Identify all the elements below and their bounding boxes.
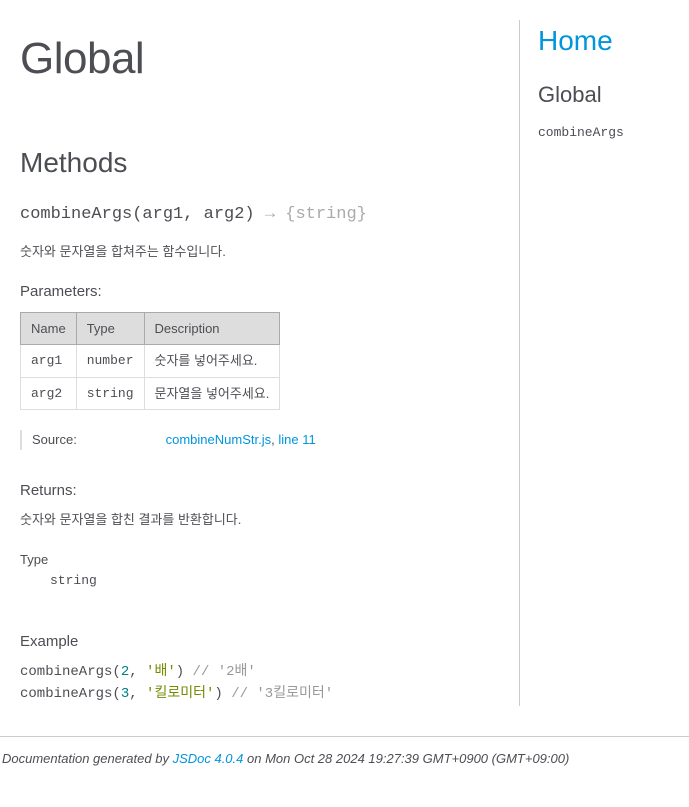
parameters-label: Parameters: — [20, 281, 499, 304]
page-title: Global — [20, 26, 499, 92]
source-label: Source: — [32, 430, 162, 450]
nav-item-combineargs[interactable]: combineArgs — [538, 123, 669, 143]
nav-item-link[interactable]: combineArgs — [538, 125, 624, 140]
method-args: (arg1, arg2) — [132, 205, 254, 224]
code-string: '킬로미터' — [146, 686, 214, 702]
param-name: arg2 — [21, 377, 77, 410]
method-description: 숫자와 문자열을 합쳐주는 함수입니다. — [20, 242, 499, 262]
return-arrow: → — [255, 205, 286, 224]
return-type: {string} — [285, 205, 367, 224]
param-type: number — [76, 345, 144, 378]
returns-type-label: Type — [20, 550, 499, 570]
example-code: combineArgs(2, '배') // '2배' combineArgs(… — [20, 661, 499, 706]
footer: Documentation generated by JSDoc 4.0.4 o… — [0, 736, 689, 781]
code-text: combineArgs( — [20, 686, 121, 702]
code-number: 3 — [121, 686, 129, 702]
param-desc: 숫자를 넣어주세요. — [144, 345, 280, 378]
example-label: Example — [20, 631, 499, 654]
code-comment: // '2배' — [193, 664, 256, 680]
param-desc: 문자열을 넣어주세요. — [144, 377, 280, 410]
col-desc: Description — [144, 312, 280, 345]
parameters-table: Name Type Description arg1 number 숫자를 넣어… — [20, 312, 280, 411]
returns-description: 숫자와 문자열을 합친 결과를 반환합니다. — [20, 510, 499, 530]
details-list: Source: combineNumStr.js, line 11 — [20, 430, 499, 450]
code-comment: // '3킬로미터' — [231, 686, 333, 702]
main-content: Global Methods combineArgs(arg1, arg2) →… — [20, 20, 519, 706]
source-value: combineNumStr.js, line 11 — [166, 430, 316, 450]
param-type: string — [76, 377, 144, 410]
code-text: ) — [214, 686, 231, 702]
col-name: Name — [21, 312, 77, 345]
source-file-link[interactable]: combineNumStr.js — [166, 432, 271, 447]
nav-home: Home — [538, 20, 669, 62]
table-row: arg1 number 숫자를 넣어주세요. — [21, 345, 280, 378]
table-row: arg2 string 문자열을 넣어주세요. — [21, 377, 280, 410]
code-text: , — [129, 664, 146, 680]
method-signature: combineArgs(arg1, arg2) → {string} — [20, 202, 499, 228]
nav-global-heading: Global — [538, 78, 669, 111]
code-text: ) — [176, 664, 193, 680]
footer-jsdoc-link[interactable]: JSDoc 4.0.4 — [173, 751, 244, 766]
col-type: Type — [76, 312, 144, 345]
footer-suffix: on Mon Oct 28 2024 19:27:39 GMT+0900 (GM… — [243, 751, 569, 766]
footer-prefix: Documentation generated by — [2, 751, 173, 766]
code-string: '배' — [146, 664, 176, 680]
methods-heading: Methods — [20, 142, 499, 184]
code-text: , — [129, 686, 146, 702]
code-text: combineArgs( — [20, 664, 121, 680]
code-number: 2 — [121, 664, 129, 680]
nav-home-link[interactable]: Home — [538, 25, 613, 56]
sidebar-nav: Home Global combineArgs — [519, 20, 669, 706]
param-name: arg1 — [21, 345, 77, 378]
returns-type-value: string — [50, 571, 499, 591]
source-line-link[interactable]: line 11 — [278, 432, 315, 447]
method-name-text: combineArgs — [20, 205, 132, 224]
returns-label: Returns: — [20, 480, 499, 503]
